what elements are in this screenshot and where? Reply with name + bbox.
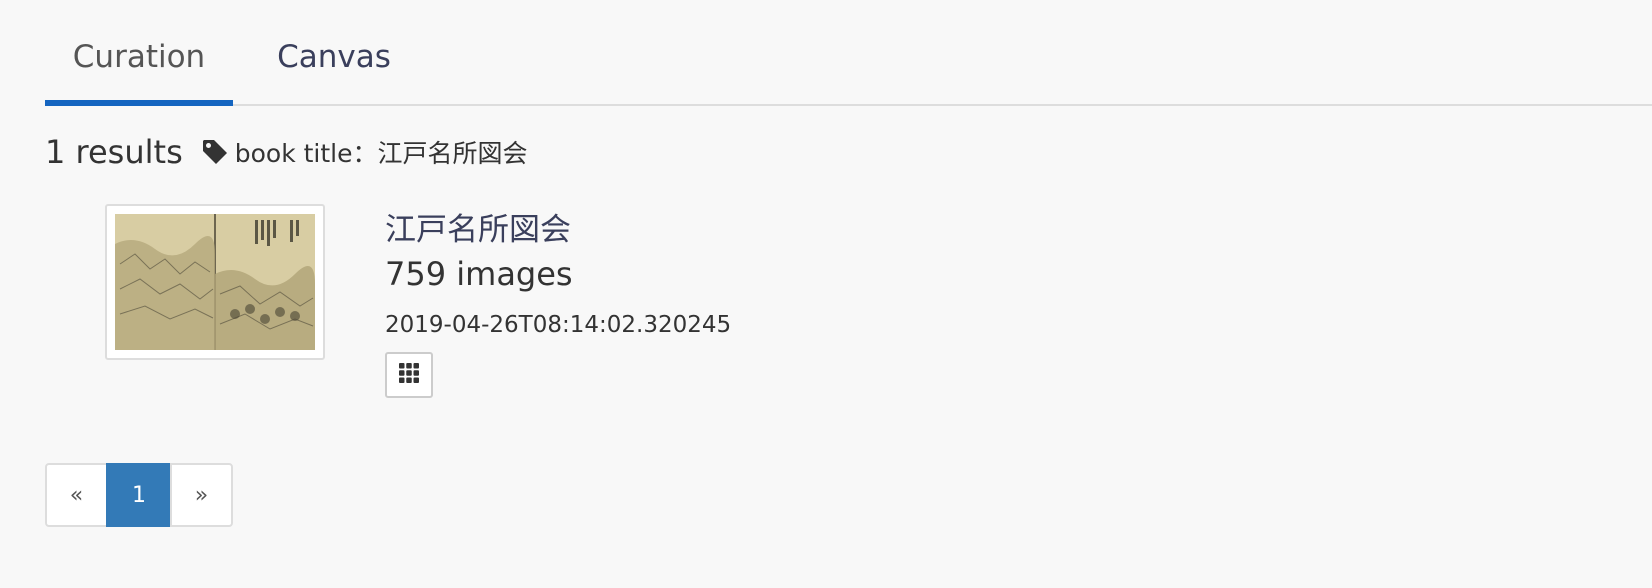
tab-canvas[interactable]: Canvas	[263, 0, 405, 106]
item-timestamp: 2019-04-26T08:14:02.320245	[385, 312, 732, 338]
grid-icon	[398, 362, 420, 388]
item-title-link[interactable]: 江戸名所図会	[385, 204, 571, 249]
tag-icon	[201, 138, 229, 166]
pagination-next-button[interactable]: »	[170, 463, 233, 527]
filter-label: book title：江戸名所図会	[234, 139, 528, 168]
pagination-prev-button[interactable]: «	[45, 463, 108, 527]
tab-bar: Curation Canvas	[45, 0, 1652, 106]
results-summary: 1 results book title：江戸名所図会	[45, 130, 528, 174]
pagination: « 1 »	[45, 463, 233, 527]
results-count: 1 results	[45, 133, 183, 171]
item-thumbnail[interactable]	[105, 204, 325, 360]
item-image-count: 759 images	[385, 255, 573, 293]
thumbnail-image	[115, 214, 315, 350]
tab-curation[interactable]: Curation	[45, 0, 233, 106]
pagination-page-1[interactable]: 1	[106, 463, 172, 527]
grid-view-button[interactable]	[385, 352, 433, 398]
